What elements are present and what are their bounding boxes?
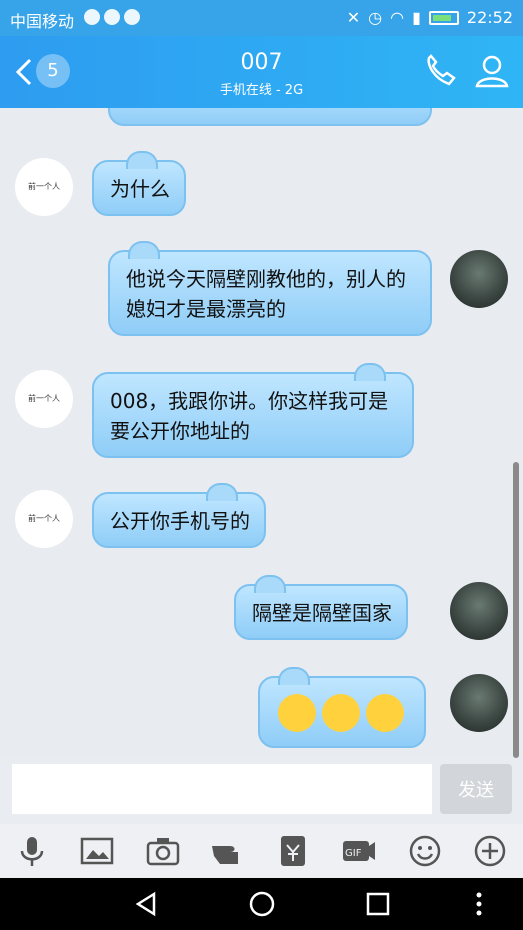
red-packet-icon[interactable] bbox=[276, 834, 310, 868]
smile-emoji-icon bbox=[278, 694, 316, 732]
phone-icon[interactable] bbox=[421, 52, 459, 90]
back-triangle-icon[interactable] bbox=[132, 890, 160, 918]
wifi-icon: ◠ bbox=[390, 8, 405, 27]
chat-toolbar: GIF bbox=[0, 824, 523, 878]
microphone-icon[interactable] bbox=[15, 834, 49, 868]
message-list[interactable]: 前一个人 为什么 他说今天隔壁刚教他的，别人的媳妇才是最漂亮的 前一个人 008… bbox=[0, 108, 523, 758]
profile-icon[interactable] bbox=[473, 52, 511, 90]
home-circle-icon[interactable] bbox=[248, 890, 276, 918]
gif-icon[interactable]: GIF bbox=[342, 834, 376, 868]
message-bubble: 隔壁是隔壁国家 bbox=[234, 575, 408, 640]
recents-square-icon[interactable] bbox=[364, 890, 392, 918]
poke-icon[interactable] bbox=[210, 834, 244, 868]
input-bar: 发送 bbox=[0, 758, 523, 824]
avatar[interactable] bbox=[450, 674, 508, 732]
svg-text:GIF: GIF bbox=[345, 848, 362, 859]
alarm-icon: ◷ bbox=[368, 8, 383, 27]
image-icon[interactable] bbox=[80, 834, 114, 868]
clock: 22:52 bbox=[466, 8, 513, 27]
notification-icon bbox=[84, 9, 100, 25]
avatar[interactable]: 前一个人 bbox=[15, 490, 73, 548]
message-bubble: 他说今天隔壁刚教他的，别人的媳妇才是最漂亮的 bbox=[108, 241, 432, 336]
mute-icon: ✕ bbox=[346, 8, 361, 27]
notification-icon bbox=[124, 9, 140, 25]
message-bubble-partial bbox=[108, 108, 432, 126]
signal-icon: ▮ bbox=[412, 8, 421, 27]
send-button[interactable]: 发送 bbox=[440, 764, 512, 814]
smile-emoji-icon bbox=[322, 694, 360, 732]
smile-emoji-icon bbox=[366, 694, 404, 732]
scrollbar[interactable] bbox=[513, 462, 519, 758]
status-bar: 中国移动 ✕ ◷ ◠ ▮ 22:52 bbox=[0, 0, 523, 36]
battery-icon bbox=[428, 10, 459, 25]
avatar[interactable]: 前一个人 bbox=[15, 370, 73, 428]
notification-icon bbox=[104, 9, 120, 25]
plus-icon[interactable] bbox=[473, 834, 507, 868]
emoji-icon[interactable] bbox=[408, 834, 442, 868]
message-bubble-emoji bbox=[258, 667, 426, 748]
avatar[interactable]: 前一个人 bbox=[15, 158, 73, 216]
notification-icons bbox=[84, 9, 140, 25]
carrier-name: 中国移动 bbox=[10, 12, 75, 31]
chat-header: 5 007 手机在线 - 2G bbox=[0, 36, 523, 108]
message-bubble: 008，我跟你讲。你这样我可是要公开你地址的 bbox=[92, 363, 414, 458]
system-status: ✕ ◷ ◠ ▮ 22:52 bbox=[347, 8, 513, 27]
message-bubble: 公开你手机号的 bbox=[92, 483, 266, 548]
message-bubble: 为什么 bbox=[92, 151, 186, 216]
camera-icon[interactable] bbox=[146, 834, 180, 868]
avatar[interactable] bbox=[450, 582, 508, 640]
avatar[interactable] bbox=[450, 250, 508, 308]
message-input[interactable] bbox=[12, 764, 432, 814]
system-nav-bar bbox=[0, 878, 523, 930]
more-vertical-icon[interactable] bbox=[465, 890, 493, 918]
